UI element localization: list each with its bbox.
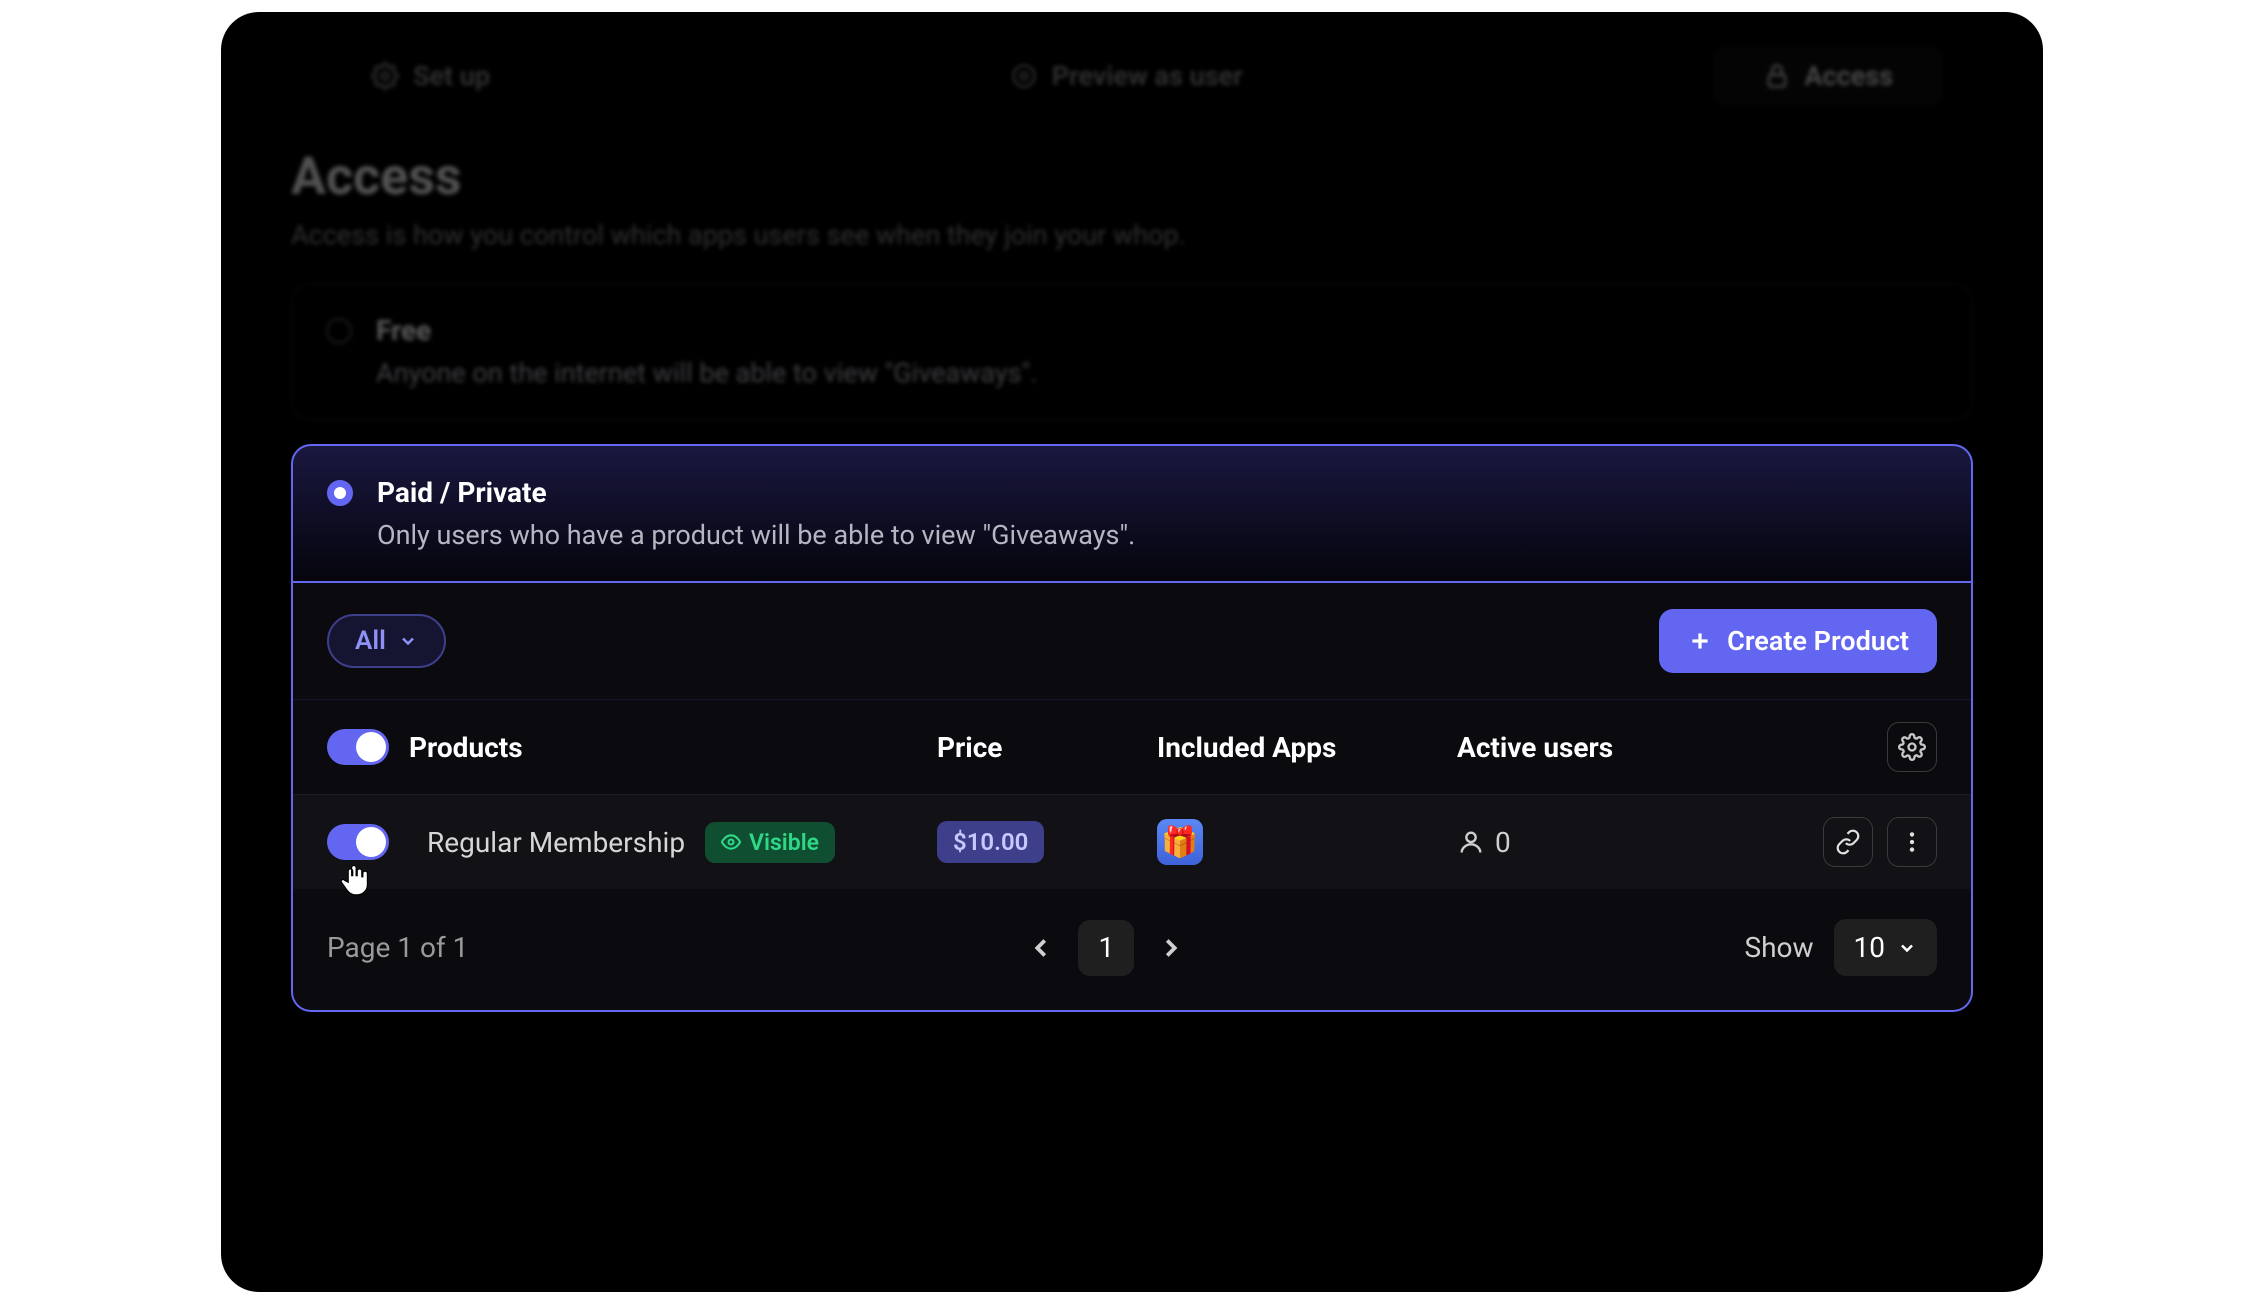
app-frame: Set up Preview as user Access Access Acc… [221, 12, 2043, 1292]
per-page-value: 10 [1854, 931, 1885, 964]
table-header: Products Price Included Apps Active user… [293, 700, 1971, 795]
table-settings-button[interactable] [1887, 722, 1937, 772]
radio-paid[interactable] [327, 480, 353, 506]
visibility-badge: Visible [705, 822, 835, 863]
show-controls: Show 10 [1744, 919, 1937, 976]
th-price: Price [937, 731, 1147, 764]
create-product-button[interactable]: Create Product [1659, 609, 1937, 673]
more-actions-button[interactable] [1887, 817, 1937, 867]
tabs-bar: Set up Preview as user Access [291, 46, 1973, 106]
products-table: Products Price Included Apps Active user… [293, 700, 1971, 889]
section-header: Access Access is how you control which a… [291, 146, 1973, 251]
visibility-label: Visible [749, 829, 819, 856]
gear-icon [371, 62, 399, 90]
active-users-count: 0 [1495, 826, 1511, 859]
app-icon: 🎁 [1157, 819, 1203, 865]
included-apps-cell: 🎁 [1157, 819, 1447, 865]
page-status: Page 1 of 1 [327, 931, 468, 964]
option-free-content: Free Anyone on the internet will be able… [376, 314, 1037, 389]
option-free[interactable]: Free Anyone on the internet will be able… [291, 283, 1973, 420]
option-free-title: Free [376, 314, 1037, 347]
product-name: Regular Membership [427, 826, 685, 859]
option-paid[interactable]: Paid / Private Only users who have a pro… [291, 444, 1973, 583]
option-paid-content: Paid / Private Only users who have a pro… [377, 476, 1135, 551]
panel-toolbar: All Create Product [293, 583, 1971, 700]
gear-icon [1898, 733, 1926, 761]
tab-setup-label: Set up [413, 60, 490, 92]
prev-page-button[interactable] [1026, 933, 1056, 963]
lock-icon [1763, 62, 1791, 90]
active-users-cell: 0 [1457, 826, 1757, 859]
next-page-button[interactable] [1156, 933, 1186, 963]
eye-icon [721, 832, 741, 852]
tab-preview[interactable]: Preview as user [960, 46, 1293, 106]
tab-setup[interactable]: Set up [321, 46, 540, 106]
th-active-users: Active users [1457, 731, 1757, 764]
per-page-select[interactable]: 10 [1834, 919, 1937, 976]
eye-icon [1010, 62, 1038, 90]
chevron-down-icon [1897, 938, 1917, 958]
tab-access[interactable]: Access [1713, 46, 1943, 106]
th-products: Products [409, 731, 523, 764]
page-title: Access [291, 146, 1973, 207]
table-row: Regular Membership Visible $10.00 🎁 [293, 795, 1971, 889]
toggle-all[interactable] [327, 729, 389, 765]
radio-free[interactable] [326, 318, 352, 344]
more-vertical-icon [1899, 829, 1925, 855]
pagination: Page 1 of 1 1 Show 10 [293, 889, 1971, 1010]
page-description: Access is how you control which apps use… [291, 219, 1973, 251]
cursor-hand-icon [337, 859, 373, 899]
page-controls: 1 [1026, 920, 1186, 976]
chevron-down-icon [398, 631, 418, 651]
row-actions [1767, 817, 1937, 867]
option-paid-desc: Only users who have a product will be ab… [377, 519, 1135, 551]
filter-dropdown[interactable]: All [327, 614, 446, 668]
show-label: Show [1744, 931, 1813, 964]
toggle-product[interactable] [327, 824, 389, 860]
plus-icon [1687, 628, 1713, 654]
price-badge: $10.00 [937, 821, 1044, 863]
option-paid-title: Paid / Private [377, 476, 1135, 509]
option-free-desc: Anyone on the internet will be able to v… [376, 357, 1037, 389]
th-included-apps: Included Apps [1157, 731, 1447, 764]
create-product-label: Create Product [1727, 625, 1909, 657]
link-icon [1835, 829, 1861, 855]
copy-link-button[interactable] [1823, 817, 1873, 867]
tab-preview-label: Preview as user [1052, 60, 1243, 92]
product-name-cell: Regular Membership Visible [427, 822, 927, 863]
filter-label: All [355, 626, 386, 656]
gift-icon: 🎁 [1161, 825, 1198, 860]
user-icon [1457, 828, 1485, 856]
products-panel: All Create Product Products Price Includ… [291, 583, 1973, 1012]
price-cell: $10.00 [937, 821, 1147, 863]
tab-access-label: Access [1805, 60, 1893, 92]
page-number[interactable]: 1 [1078, 920, 1134, 976]
